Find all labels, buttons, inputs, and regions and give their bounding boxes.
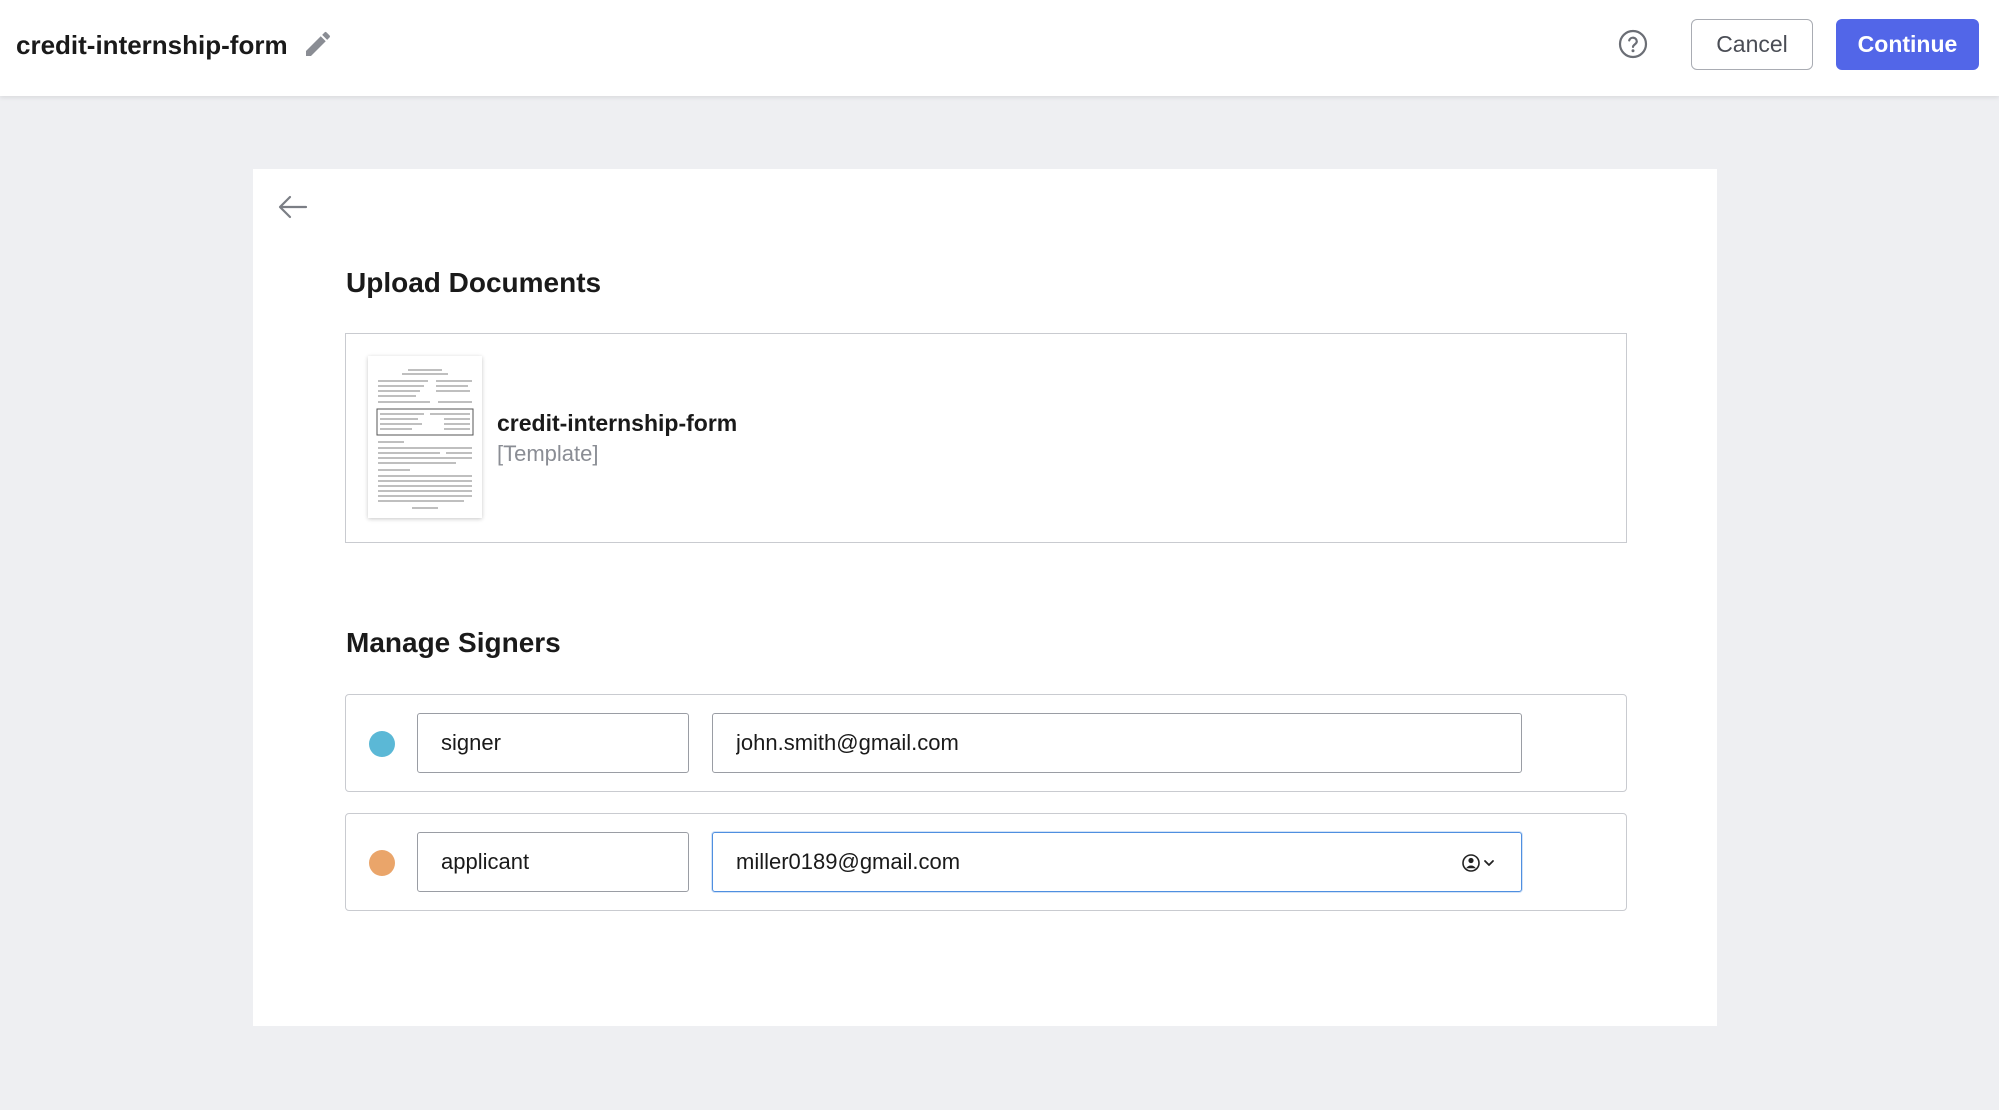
document-preview-image xyxy=(376,369,474,509)
document-item[interactable]: credit-internship-form [Template] xyxy=(345,333,1627,543)
signer-email-input[interactable] xyxy=(712,713,1522,773)
signer-row xyxy=(345,694,1627,792)
document-template-tag: [Template] xyxy=(497,441,599,466)
signer-email-input[interactable] xyxy=(712,832,1522,892)
signer-color-dot xyxy=(369,731,395,757)
question-circle-icon[interactable] xyxy=(1617,28,1649,60)
signer-color-dot xyxy=(369,850,395,876)
upload-documents-heading: Upload Documents xyxy=(346,267,602,298)
contact-picker-icon[interactable] xyxy=(1458,850,1506,876)
signer-row xyxy=(345,813,1627,911)
main-card: Upload Documents credit-internship-form … xyxy=(253,169,1717,1026)
signer-role-input[interactable] xyxy=(417,713,689,773)
document-name: credit-internship-form xyxy=(497,410,738,436)
document-thumbnail[interactable] xyxy=(368,356,482,518)
continue-button[interactable]: Continue xyxy=(1836,19,1979,70)
back-arrow-icon[interactable] xyxy=(277,193,309,221)
cancel-button[interactable]: Cancel xyxy=(1691,19,1813,70)
document-title: credit-internship-form xyxy=(16,30,288,60)
top-bar: credit-internship-form Cancel Continue xyxy=(0,0,1999,96)
pencil-icon[interactable] xyxy=(302,28,334,60)
manage-signers-heading: Manage Signers xyxy=(346,627,561,658)
signer-role-input[interactable] xyxy=(417,832,689,892)
